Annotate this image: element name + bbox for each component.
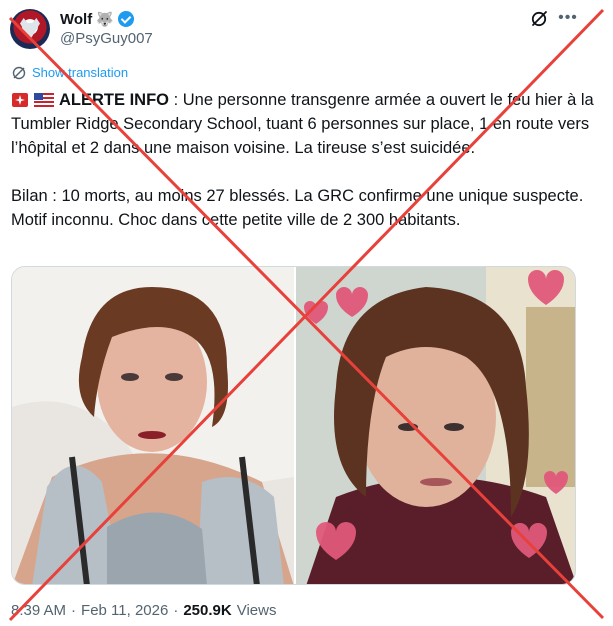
views-label: Views bbox=[236, 602, 277, 619]
tweet-meta: 8:39 AM · Feb 11, 2026 · 250.9K Views bbox=[11, 602, 276, 619]
tweet-text: ALERTE INFO : Une personne transgenre ar… bbox=[11, 88, 601, 232]
show-translation-label: Show translation bbox=[32, 65, 129, 80]
tweet-time[interactable]: 8:39 AM bbox=[11, 602, 66, 619]
wolf-avatar-icon bbox=[20, 18, 40, 40]
author-handle[interactable]: @PsyGuy007 bbox=[60, 30, 153, 47]
tweet-date[interactable]: Feb 11, 2026 bbox=[81, 602, 168, 619]
avatar[interactable] bbox=[10, 9, 50, 49]
show-translation-link[interactable]: Show translation bbox=[12, 65, 128, 80]
meta-separator: · bbox=[71, 602, 77, 619]
verified-badge-icon[interactable] bbox=[117, 11, 134, 27]
globe-icon bbox=[12, 66, 26, 79]
views-count: 250.9K bbox=[183, 602, 232, 619]
more-options-icon[interactable]: ••• bbox=[558, 8, 578, 28]
media-grid bbox=[11, 266, 576, 585]
grok-icon[interactable] bbox=[530, 10, 548, 28]
rotating-light-icon bbox=[12, 93, 28, 107]
photo-right[interactable] bbox=[296, 267, 576, 585]
photo-left[interactable] bbox=[12, 267, 294, 585]
wolf-emoji-icon: 🐺 bbox=[96, 11, 114, 27]
tweet-paragraph-1: ALERTE INFO : Une personne transgenre ar… bbox=[11, 88, 601, 160]
meta-separator-2: · bbox=[173, 602, 179, 619]
author-name-row: Wolf 🐺 bbox=[60, 9, 134, 29]
tweet: Wolf 🐺 @PsyGuy007 ••• Show translation A… bbox=[0, 0, 613, 626]
alert-label: ALERTE INFO bbox=[59, 91, 169, 109]
author-display-name[interactable]: Wolf bbox=[60, 11, 92, 28]
us-flag-icon bbox=[34, 93, 54, 107]
tweet-paragraph-2: Bilan : 10 morts, au moins 27 blessés. L… bbox=[11, 187, 584, 229]
